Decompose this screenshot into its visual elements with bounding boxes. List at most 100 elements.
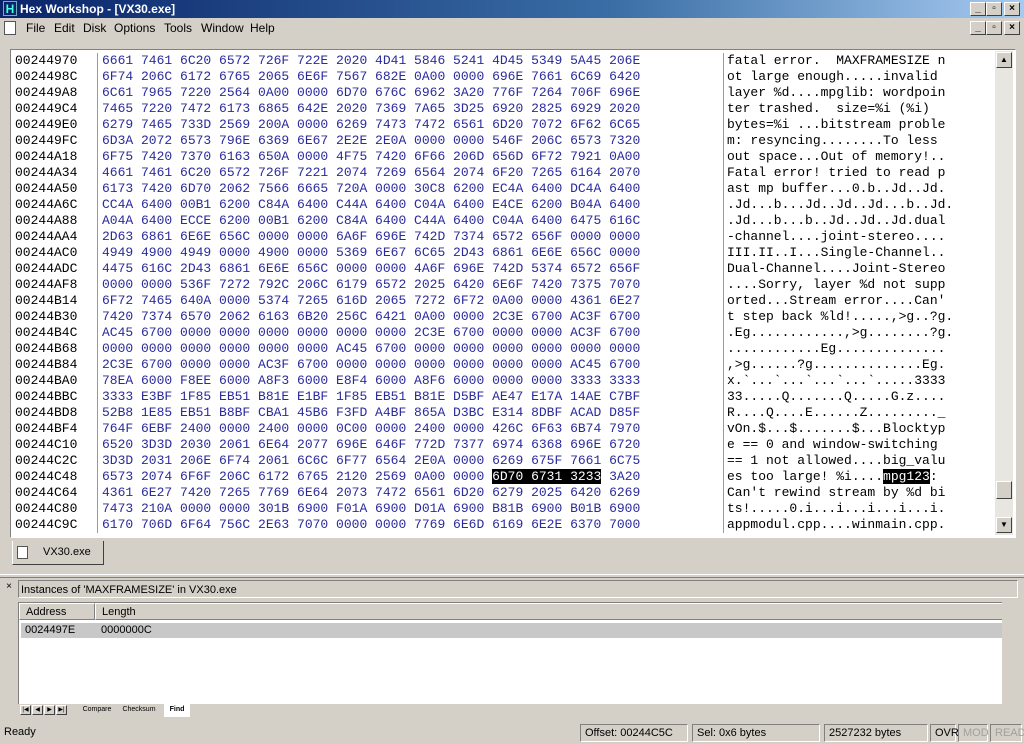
row-hex-bytes[interactable]: 6520 3D3D 2030 2061 6E64 2077 696E 646F … [102, 437, 729, 453]
row-ascii-text[interactable]: 33.....Q.......Q.....G.z.... [727, 389, 993, 405]
row-hex-bytes[interactable]: 6573 2074 6F6F 206C 6172 6765 2120 2569 … [102, 469, 729, 485]
row-hex-bytes[interactable]: 6F72 7465 640A 0000 5374 7265 616D 2065 … [102, 293, 729, 309]
row-ascii-text[interactable]: vOn.$...$.......$...Blocktyp [727, 421, 993, 437]
row-ascii-text[interactable]: fatal error. MAXFRAMESIZE n [727, 53, 993, 69]
row-hex-bytes[interactable]: 78EA 6000 F8EE 6000 A8F3 6000 E8F4 6000 … [102, 373, 729, 389]
tab-checksum[interactable]: Checksum [120, 704, 158, 717]
row-hex-bytes[interactable]: 0000 0000 0000 0000 0000 0000 AC45 6700 … [102, 341, 729, 357]
row-ascii-text[interactable]: e == 0 and window-switching [727, 437, 993, 453]
row-ascii-text[interactable]: orted...Stream error....Can' [727, 293, 993, 309]
row-hex-bytes[interactable]: 764F 6EBF 2400 0000 2400 0000 0C00 0000 … [102, 421, 729, 437]
document-icon[interactable] [4, 21, 16, 35]
hex-editor-view[interactable]: 00244970 0024498C 002449A8 002449C4 002449E0… [10, 49, 1016, 538]
prev-tab-icon[interactable]: ◀ [32, 705, 43, 715]
row-hex-bytes[interactable]: 6279 7465 733D 2569 200A 0000 6269 7473 … [102, 117, 729, 133]
row-hex-bytes[interactable]: 4361 6E27 7420 7265 7769 6E64 2073 7472 … [102, 485, 729, 501]
document-tab[interactable]: VX30.exe [12, 541, 104, 565]
menu-tools[interactable]: Tools [162, 21, 194, 35]
row-hex-bytes[interactable]: 0000 0000 536F 7272 792C 206C 6179 6572 … [102, 277, 729, 293]
doc-minimize-button[interactable]: _ [970, 21, 986, 35]
row-hex-bytes[interactable]: 6170 706D 6F64 756C 2E63 7070 0000 0000 … [102, 517, 729, 533]
row-hex-bytes[interactable]: 7473 210A 0000 0000 301B 6900 F01A 6900 … [102, 501, 729, 517]
row-ascii-text[interactable]: ............Eg.............. [727, 341, 993, 357]
ascii-text[interactable]: : [930, 469, 946, 484]
row-ascii-text[interactable]: Can't rewind stream by %d bi [727, 485, 993, 501]
last-tab-icon[interactable]: ▶| [56, 705, 67, 715]
column-header-length[interactable]: Length [95, 603, 1003, 620]
row-hex-bytes[interactable]: A04A 6400 ECCE 6200 00B1 6200 C84A 6400 … [102, 213, 729, 229]
row-ascii-text[interactable]: out space...Out of memory!.. [727, 149, 993, 165]
menu-help[interactable]: Help [248, 21, 277, 35]
find-results-list[interactable]: Address Length 0024497E 0000000C [18, 602, 1020, 706]
row-ascii-text[interactable]: .Jd...b...b..Jd..Jd..Jd.dual [727, 213, 993, 229]
row-ascii-text[interactable]: ts!.....0.i...i...i...i...i. [727, 501, 993, 517]
tab-find[interactable]: Find [164, 704, 190, 717]
next-tab-icon[interactable]: ▶ [44, 705, 55, 715]
scroll-down-arrow-icon[interactable]: ▼ [996, 517, 1012, 533]
menu-edit[interactable]: Edit [52, 21, 77, 35]
row-ascii-text[interactable]: .Eg............,>g........?g. [727, 325, 993, 341]
selected-hex-bytes[interactable]: 6D70 6731 3233 [492, 469, 602, 484]
row-hex-bytes[interactable]: 6D3A 2072 6573 796E 6369 6E67 2E2E 2E0A … [102, 133, 729, 149]
row-hex-bytes[interactable]: 6F74 206C 6172 6765 2065 6E6F 7567 682E … [102, 69, 729, 85]
scroll-up-arrow-icon[interactable]: ▲ [996, 52, 1012, 68]
row-ascii-text[interactable]: appmodul.cpp....winmain.cpp. [727, 517, 993, 533]
menu-options[interactable]: Options [112, 21, 157, 35]
row-ascii-text[interactable]: ....Sorry, layer %d not supp [727, 277, 993, 293]
row-hex-bytes[interactable]: 4475 616C 2D43 6861 6E6E 656C 0000 0000 … [102, 261, 729, 277]
row-ascii-text[interactable]: == 1 not allowed....big_valu [727, 453, 993, 469]
ascii-text[interactable]: es too large! %i.... [727, 469, 883, 484]
row-ascii-text[interactable]: es too large! %i....mpg123: [727, 469, 993, 485]
row-hex-bytes[interactable]: 6C61 7965 7220 2564 0A00 0000 6D70 676C … [102, 85, 729, 101]
hex-bytes[interactable]: 6573 2074 6F6F 206C 6172 6765 2120 2569 … [102, 469, 492, 484]
row-ascii-text[interactable]: ot large enough.....invalid [727, 69, 993, 85]
menu-file[interactable]: File [24, 21, 47, 35]
panel-close-icon[interactable]: × [4, 582, 14, 592]
row-ascii-text[interactable]: Dual-Channel....Joint-Stereo [727, 261, 993, 277]
row-ascii-text[interactable]: t step back %ld!.....,>g..?g. [727, 309, 993, 325]
row-ascii-text[interactable]: ast mp buffer...0.b..Jd..Jd. [727, 181, 993, 197]
row-hex-bytes[interactable]: 3333 E3BF 1F85 EB51 B81E E1BF 1F85 EB51 … [102, 389, 729, 405]
row-hex-bytes[interactable]: 52B8 1E85 EB51 B8BF CBA1 45B6 F3FD A4BF … [102, 405, 729, 421]
menu-disk[interactable]: Disk [81, 21, 108, 35]
minimize-button[interactable]: _ [970, 2, 986, 16]
row-ascii-text[interactable]: -channel....joint-stereo.... [727, 229, 993, 245]
row-hex-bytes[interactable]: 2C3E 6700 0000 0000 AC3F 6700 0000 0000 … [102, 357, 729, 373]
row-ascii-text[interactable]: m: resyncing........To less [727, 133, 993, 149]
doc-close-button[interactable]: × [1004, 21, 1020, 35]
maximize-button[interactable]: ▫ [986, 2, 1002, 16]
row-hex-bytes[interactable]: 7420 7374 6570 2062 6163 6B20 256C 6421 … [102, 309, 729, 325]
row-hex-bytes[interactable]: AC45 6700 0000 0000 0000 0000 0000 0000 … [102, 325, 729, 341]
row-ascii-text[interactable]: ,>g......?g..............Eg. [727, 357, 993, 373]
ascii-column[interactable]: fatal error. MAXFRAMESIZE n ot large enou… [723, 53, 993, 533]
row-hex-bytes[interactable]: 7465 7220 7472 6173 6865 642E 2020 7369 … [102, 101, 729, 117]
row-ascii-text[interactable]: III.II..I...Single-Channel.. [727, 245, 993, 261]
row-hex-bytes[interactable]: CC4A 6400 00B1 6200 C84A 6400 C44A 6400 … [102, 197, 729, 213]
row-ascii-text[interactable]: x.`...`...`...`...`.....3333 [727, 373, 993, 389]
row-ascii-text[interactable]: ter trashed. size=%i (%i) [727, 101, 993, 117]
row-hex-bytes[interactable]: 2D63 6861 6E6E 656C 0000 0000 6A6F 696E … [102, 229, 729, 245]
row-hex-bytes[interactable]: 4949 4900 4949 0000 4900 0000 5369 6E67 … [102, 245, 729, 261]
row-ascii-text[interactable]: R....Q....E......Z........._ [727, 405, 993, 421]
hex-bytes[interactable]: 3A20 [601, 469, 640, 484]
row-hex-bytes[interactable]: 3D3D 2031 206E 6F74 2061 6C6C 6F77 6564 … [102, 453, 729, 469]
menu-window[interactable]: Window [199, 21, 246, 35]
row-ascii-text[interactable]: bytes=%i ...bitstream proble [727, 117, 993, 133]
scroll-thumb[interactable] [996, 481, 1012, 499]
row-hex-bytes[interactable]: 4661 7461 6C20 6572 726F 7221 2074 7269 … [102, 165, 729, 181]
doc-restore-button[interactable]: ▫ [986, 21, 1002, 35]
selected-ascii-text[interactable]: mpg123 [883, 469, 930, 484]
row-hex-bytes[interactable]: 6661 7461 6C20 6572 726F 722E 2020 4D41 … [102, 53, 729, 69]
app-icon[interactable]: H [3, 1, 17, 16]
first-tab-icon[interactable]: |◀ [20, 705, 31, 715]
hex-column[interactable]: 6661 7461 6C20 6572 726F 722E 2020 4D41 … [97, 53, 729, 533]
row-ascii-text[interactable]: .Jd...b...Jd..Jd..Jd...b..Jd. [727, 197, 993, 213]
hex-vertical-scrollbar[interactable]: ▲ ▼ [995, 51, 1013, 535]
tab-compare[interactable]: Compare [80, 704, 114, 717]
result-row[interactable]: 0024497E 0000000C [21, 623, 1005, 638]
close-button[interactable]: × [1004, 2, 1020, 16]
column-header-address[interactable]: Address [19, 603, 95, 620]
row-hex-bytes[interactable]: 6173 7420 6D70 2062 7566 6665 720A 0000 … [102, 181, 729, 197]
row-ascii-text[interactable]: layer %d....mpglib: wordpoin [727, 85, 993, 101]
row-ascii-text[interactable]: Fatal error! tried to read p [727, 165, 993, 181]
